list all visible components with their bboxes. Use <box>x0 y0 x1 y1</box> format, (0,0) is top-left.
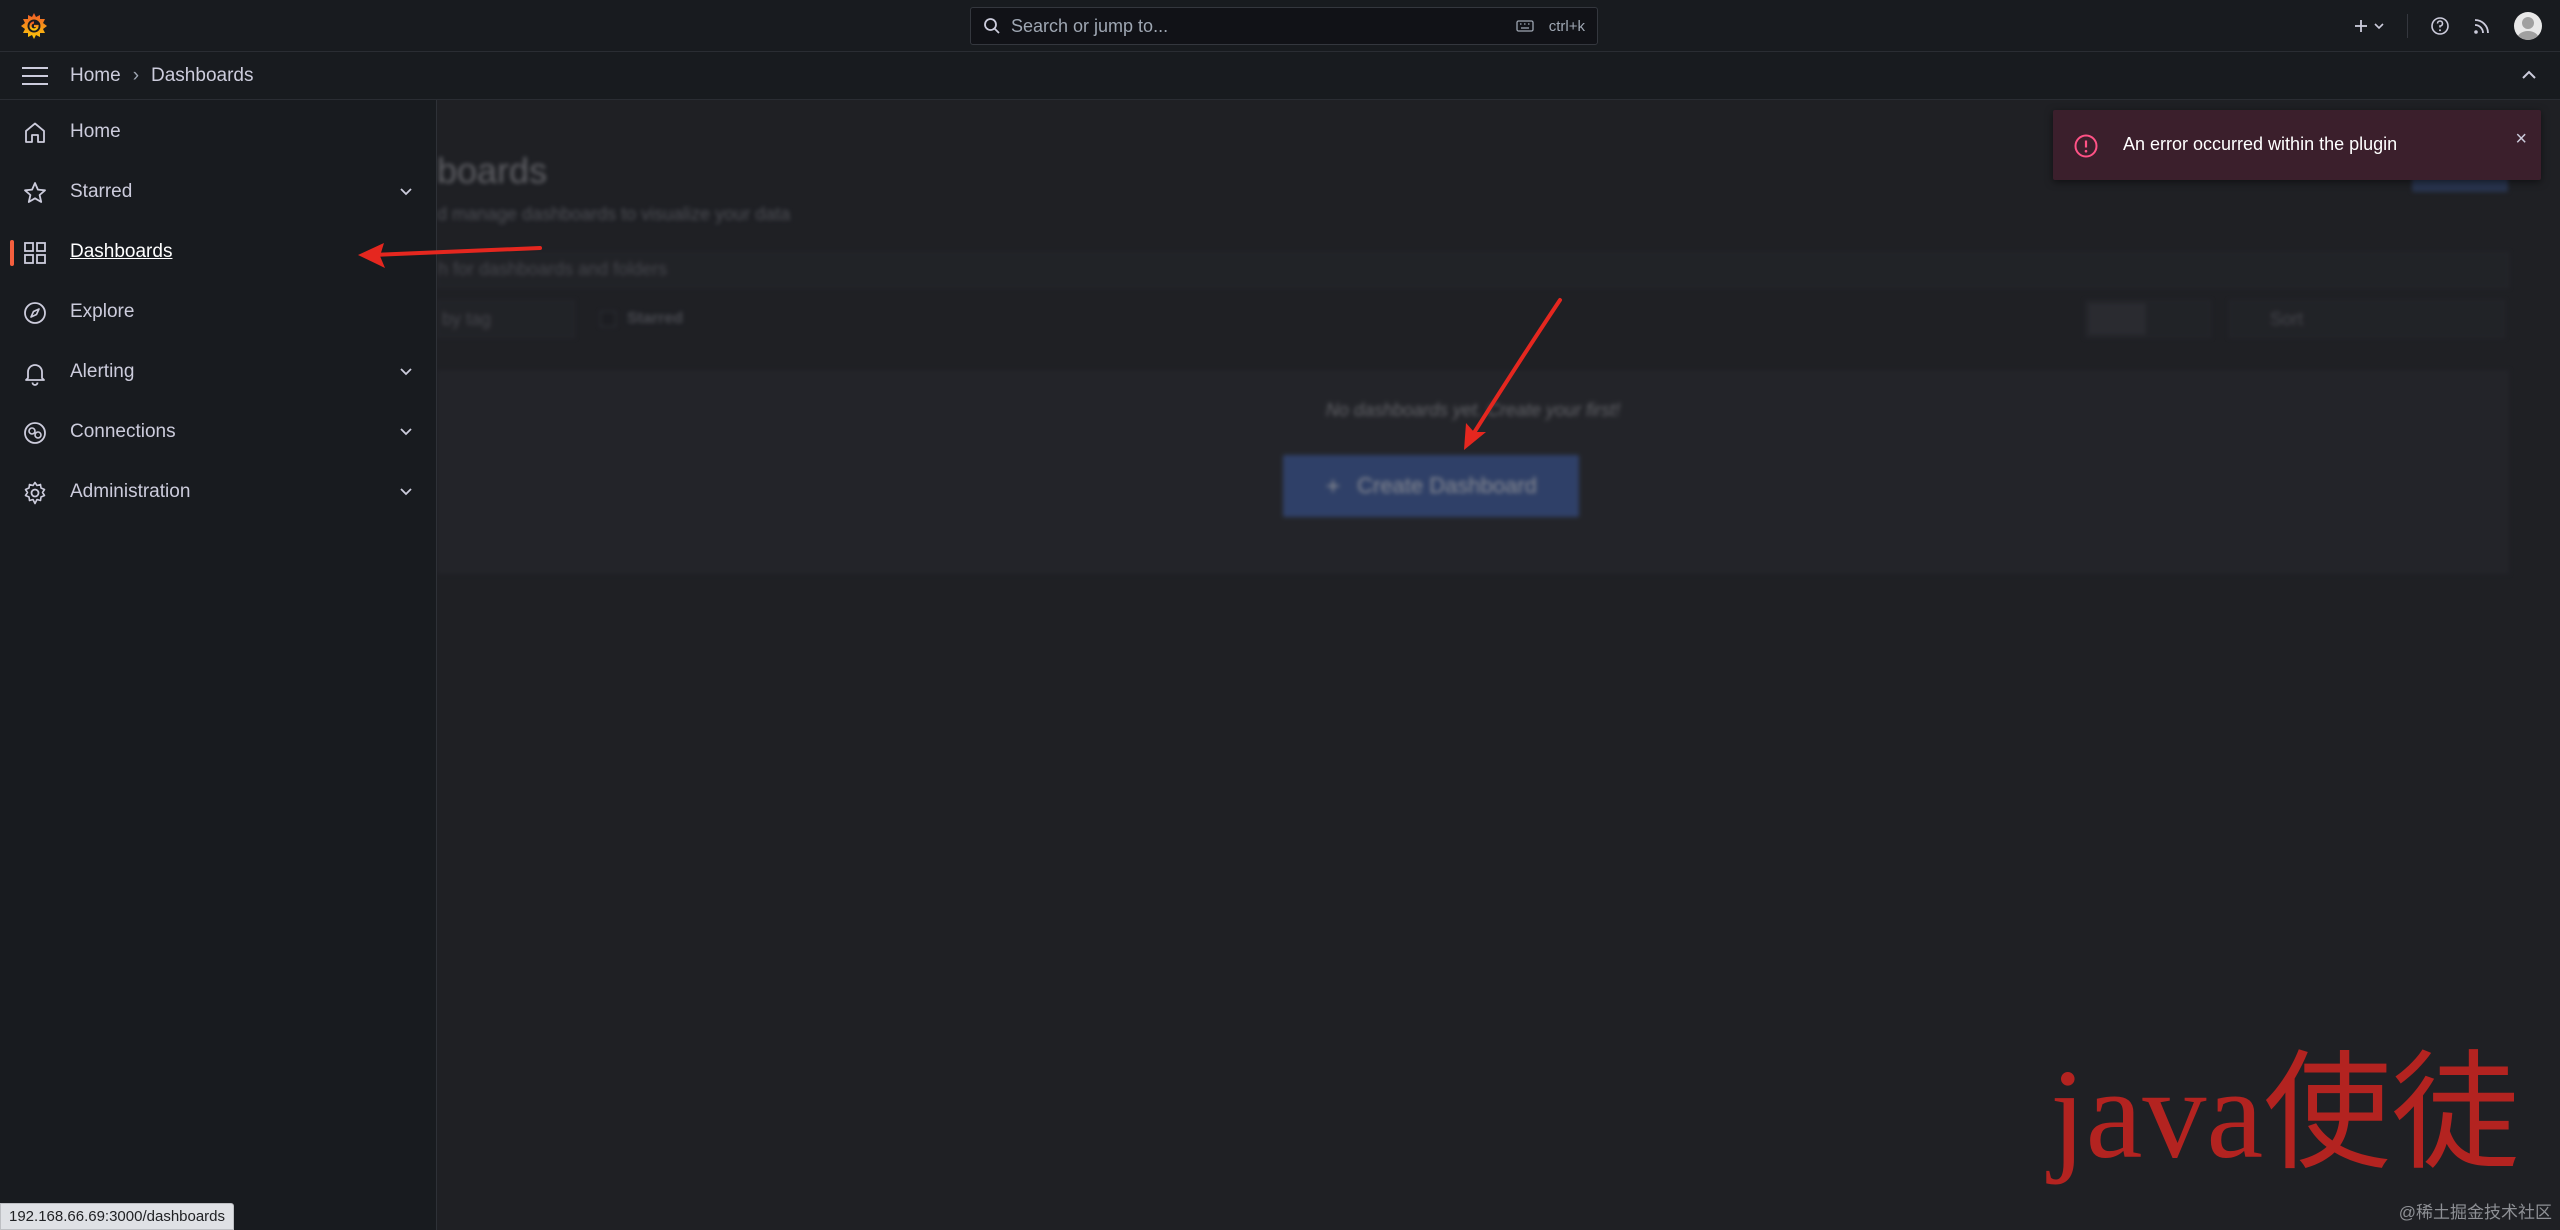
plus-icon <box>2355 20 2367 32</box>
sidebar-item-label: Home <box>70 121 121 142</box>
keyboard-shortcut-hint: ctrl+k <box>1516 18 1585 35</box>
chevron-up-icon[interactable] <box>2520 66 2538 84</box>
sidebar-item-label: Alerting <box>70 361 135 382</box>
sidebar-item-label: Starred <box>70 181 133 202</box>
sidebar-item-label: Connections <box>70 421 176 442</box>
chevron-down-icon[interactable] <box>398 484 414 500</box>
search-bar[interactable]: Search or jump to... ctrl+k <box>970 7 1598 45</box>
close-icon[interactable]: × <box>2515 128 2527 151</box>
chevron-down-icon <box>2374 23 2384 30</box>
top-bar: Search or jump to... ctrl+k <box>0 0 2560 52</box>
sidebar-item-starred[interactable]: Starred <box>0 162 437 222</box>
sidebar-item-administration[interactable]: Administration <box>0 462 437 522</box>
search-placeholder: Search or jump to... <box>1011 15 1169 36</box>
user-avatar[interactable] <box>2514 12 2542 40</box>
gear-icon <box>24 481 46 505</box>
menu-toggle-icon[interactable] <box>22 66 48 85</box>
sidebar-item-explore[interactable]: Explore <box>0 282 437 342</box>
shortcut-text: ctrl+k <box>1548 17 1585 35</box>
rss-icon <box>2474 19 2489 34</box>
toast-message: An error occurred within the plugin <box>2123 134 2398 154</box>
compass-icon <box>24 302 46 324</box>
exclamation-circle-icon <box>2074 134 2098 158</box>
link-icon <box>24 422 46 444</box>
error-toast: An error occurred within the plugin × <box>2053 110 2541 180</box>
chevron-down-icon[interactable] <box>398 184 414 200</box>
active-indicator <box>10 240 14 266</box>
breadcrumb-bar: Home › Dashboards <box>0 52 2560 100</box>
search-icon <box>984 18 1000 34</box>
sidebar-item-label: Administration <box>70 481 191 502</box>
help-button[interactable] <box>2430 16 2450 36</box>
help-icon <box>2431 17 2449 35</box>
sidebar-item-alerting[interactable]: Alerting <box>0 342 437 402</box>
status-bar-url: 192.168.66.69:3000/dashboards <box>0 1203 235 1230</box>
new-menu-button[interactable] <box>2353 18 2385 34</box>
topbar-actions <box>2353 9 2542 43</box>
side-menu: Home Starred Dashboards Explore Alerting… <box>0 100 437 1230</box>
breadcrumb-home[interactable]: Home <box>70 65 121 87</box>
grafana-logo-icon[interactable] <box>18 10 50 42</box>
chevron-down-icon[interactable] <box>398 424 414 440</box>
breadcrumb-separator: › <box>132 64 140 86</box>
apps-grid-icon <box>24 242 46 264</box>
breadcrumb-current: Dashboards <box>151 64 254 86</box>
watermark-text: java使徒 <box>2050 1043 2520 1185</box>
sidebar-item-dashboards[interactable]: Dashboards <box>0 222 437 282</box>
news-button[interactable] <box>2472 16 2492 36</box>
star-icon <box>24 182 46 203</box>
sidebar-item-label: Dashboards <box>70 241 173 262</box>
sidebar-item-connections[interactable]: Connections <box>0 402 437 462</box>
watermark-credit: @稀土掘金技术社区 <box>2398 1203 2552 1222</box>
keyboard-icon <box>1516 20 1534 32</box>
sidebar-item-home[interactable]: Home <box>0 102 437 162</box>
bell-icon <box>25 364 45 386</box>
home-icon <box>25 122 45 143</box>
chevron-down-icon[interactable] <box>398 364 414 380</box>
topbar-divider <box>2407 14 2408 38</box>
sidebar-item-label: Explore <box>70 301 135 322</box>
